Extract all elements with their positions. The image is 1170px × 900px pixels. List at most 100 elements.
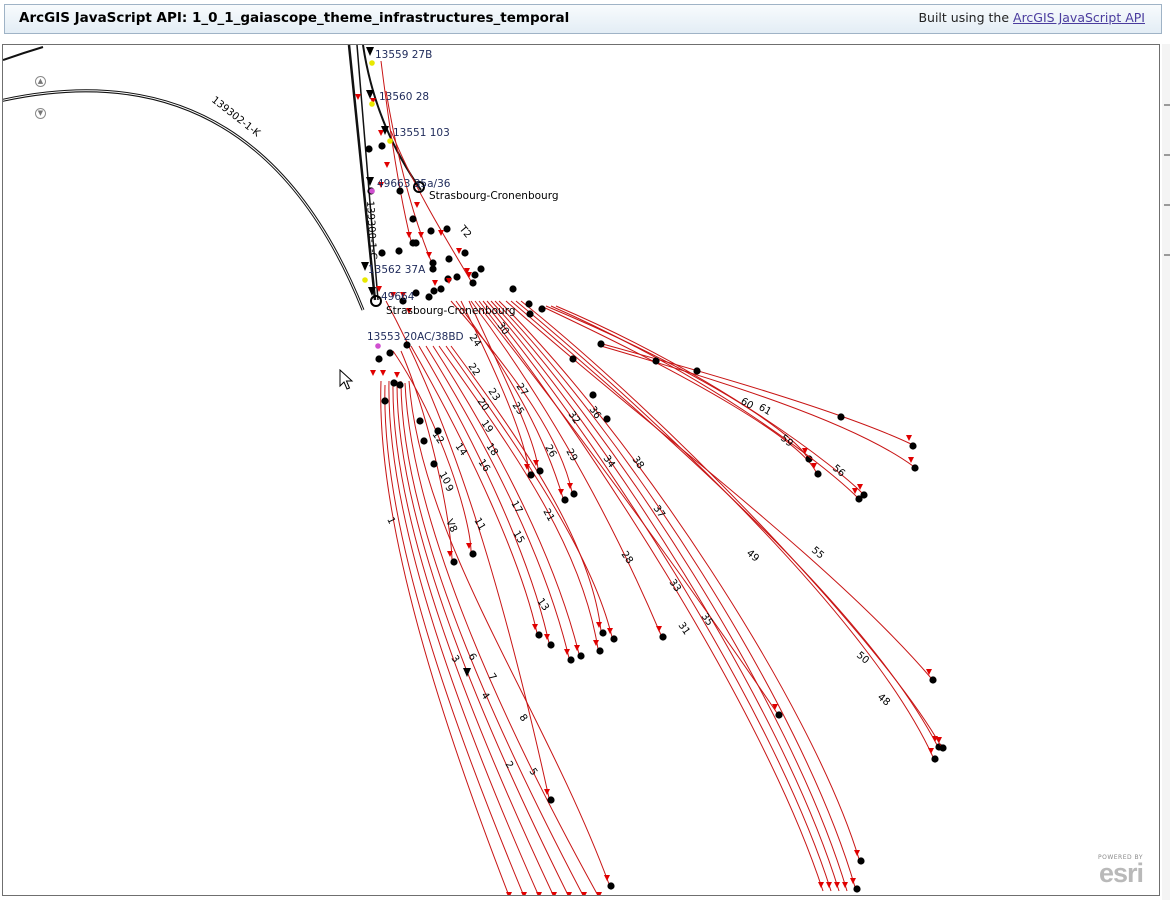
track-end-node [857,857,865,865]
pan-up-icon[interactable]: ▲ [35,76,46,87]
switch-node [443,225,451,233]
track-label: 16 [476,457,492,474]
track-end-node [561,496,569,504]
node-label: 13562 37A [368,264,426,276]
switch-node [430,287,438,295]
track-arrow [818,882,824,888]
credit-prefix: Built using the [918,10,1010,25]
track-arrow [521,892,527,895]
node-label: 13553 20AC/38BD [367,331,464,343]
track-end-node [814,470,822,478]
track-arrow [656,626,662,632]
switch-node [461,249,469,257]
switch-node [378,142,386,150]
track-line [540,305,817,473]
track-end-node [909,442,917,450]
track-line [550,305,858,498]
track-arrow [604,875,610,881]
main-line-curve [3,89,365,311]
signal-marker-yellow [362,277,368,283]
track-label: 50 [854,650,871,667]
track-arrow [850,878,856,884]
credit-text: Built using the ArcGIS JavaScript API [918,10,1145,25]
switch-node [837,413,845,421]
switch-node [693,367,701,375]
track-label: 49 [744,548,761,565]
track-label: 8 [517,712,530,724]
track-arrow [906,435,912,441]
track-label: 33 [667,577,683,594]
track-label: 30 [495,320,511,337]
switch-node [365,145,373,153]
switch-node [378,249,386,257]
track-line [510,300,938,746]
track-end-node [596,647,604,655]
esri-logo[interactable]: POWERED BY esri [1098,854,1144,887]
track-arrow [574,645,580,651]
switch-node [386,349,394,357]
station-label: Strasbourg-Cronenbourg [429,190,559,202]
track-end-node [450,558,458,566]
track-label: 22 [466,361,482,378]
track-label: T2 [456,223,473,240]
direction-arrow [463,668,471,677]
track-end-node [469,550,477,558]
track-arrow [370,370,376,376]
track-line [555,305,863,494]
track-arrow [558,489,564,495]
track-arrow [355,94,361,100]
track-arrow [834,882,840,888]
switch-node [477,265,485,273]
track-end-node [535,631,543,639]
track-arrow [544,634,550,640]
switch-node [396,381,404,389]
switch-node [526,310,534,318]
signal-marker-pink [369,188,375,194]
track-arrow [842,882,848,888]
node-label: 13551 103 [393,127,450,139]
track-label: 14 [453,441,469,458]
track-arrow [593,640,599,646]
pan-down-icon[interactable]: ▼ [35,108,46,119]
switch-node [381,397,389,405]
switch-node [509,285,517,293]
track-end-node [599,629,607,637]
track-end-node [577,652,585,660]
track-end-node [610,635,618,643]
track-arrow [426,252,432,258]
track-line [600,345,914,467]
track-label: 48 [875,692,892,709]
track-end-node [929,676,937,684]
track-arrow [564,649,570,655]
track-arrow [596,622,602,628]
track-arrow [378,130,384,136]
switch-node [471,271,479,279]
track-arrow [567,483,573,489]
main-line-north-b [356,45,379,301]
track-arrow [506,892,512,895]
switch-node [538,305,546,313]
main-line-branch [362,45,422,191]
track-arrow [380,370,386,376]
track-arrow [926,669,932,675]
track-label: 28 [619,549,635,566]
track-label: 1 [384,516,397,526]
map-canvas[interactable]: 13559 27B13560 2813551 10349663 35a/3613… [3,45,1159,895]
track-label: 60 [739,396,756,412]
main-line-curve-inner [3,90,364,311]
direction-arrow [366,177,374,186]
map-view[interactable]: 13559 27B 13560 28 13551 103 49663 35a/36 13… [2,44,1160,896]
track-line [545,305,808,458]
track-arrow [432,280,438,286]
track-arrow [928,748,934,754]
direction-arrow [366,90,374,99]
track-end-node [607,882,615,890]
switch-node [589,391,597,399]
arcgis-api-link[interactable]: ArcGIS JavaScript API [1013,10,1145,25]
track-label: 27 [514,381,530,398]
track-label: 26 [542,443,558,460]
signal-marker-pink [375,343,381,349]
track-arrow [536,892,542,895]
track-label: 5 [527,766,540,778]
switch-node [375,355,383,363]
